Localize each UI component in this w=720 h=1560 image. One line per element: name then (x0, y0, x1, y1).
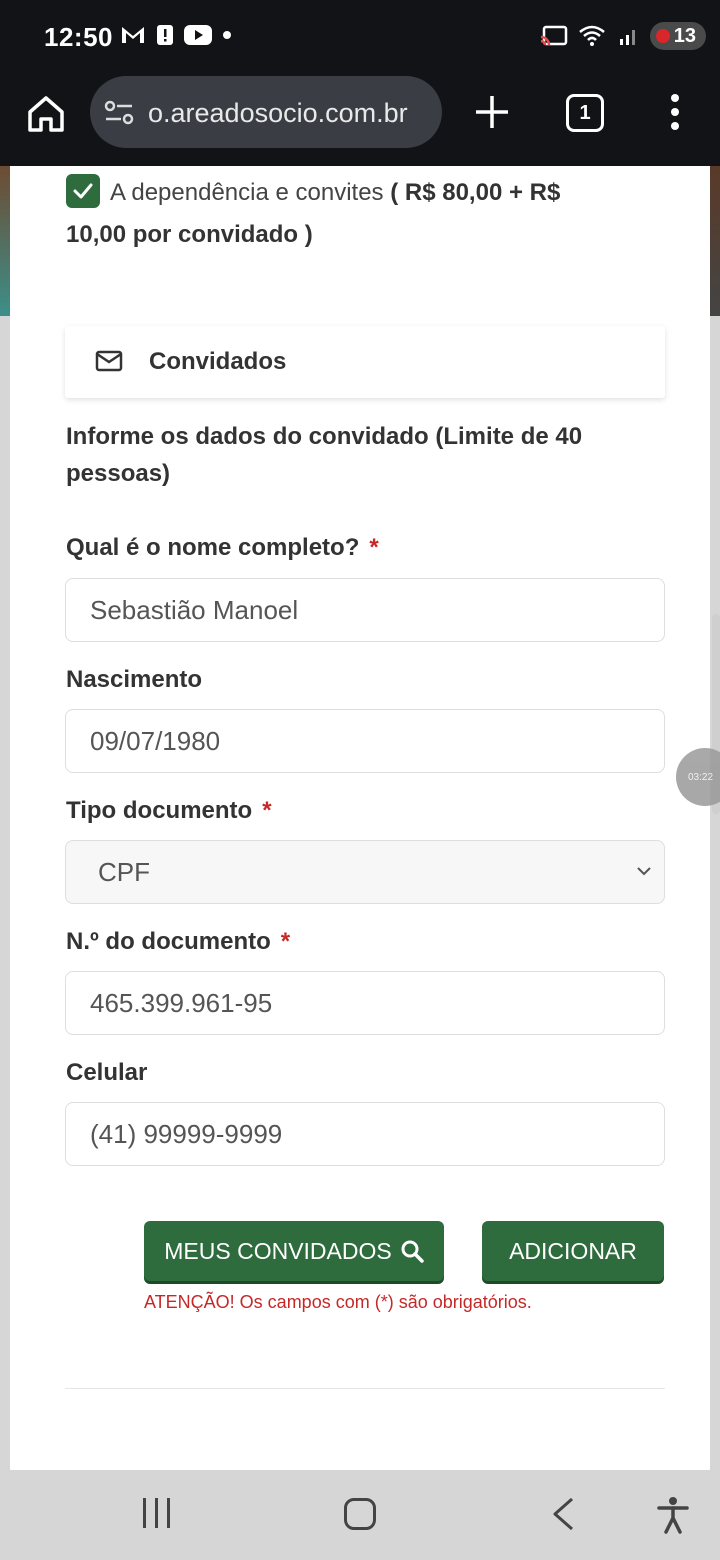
divider (65, 1388, 665, 1389)
phone-placeholder: (41) 99999-9999 (90, 1118, 283, 1149)
status-bar: 12:50 13 (0, 0, 720, 76)
back-icon[interactable] (550, 1496, 576, 1532)
doc-number-input[interactable]: 465.399.961-95 (65, 971, 665, 1035)
dependency-checkbox[interactable] (66, 173, 100, 208)
my-guests-button[interactable]: MEUS CONVIDADOS (144, 1221, 444, 1281)
battery-low-icon (655, 29, 670, 43)
name-value: Sebastião Manoel (90, 594, 299, 625)
youtube-icon (184, 25, 212, 45)
envelope-icon (95, 350, 123, 372)
birth-label: Nascimento (66, 666, 202, 694)
address-bar[interactable]: o.areadosocio.com.br (90, 76, 442, 148)
cast-icon (540, 25, 567, 46)
phone-label-text: Celular (66, 1059, 148, 1086)
check-icon (73, 183, 93, 199)
add-guest-button[interactable]: ADICIONAR (482, 1221, 664, 1281)
battery-level: 13 (673, 24, 696, 47)
required-fields-warning: ATENÇÃO! Os campos com (*) são obrigatór… (144, 1292, 532, 1312)
status-system-icons: 13 (540, 22, 706, 50)
doc-number-label: N.º do documento * (66, 928, 290, 956)
section-title: Convidados (149, 348, 287, 375)
home-icon[interactable] (24, 92, 68, 136)
recents-button[interactable] (143, 1498, 170, 1528)
timer-text: 03:22 (688, 771, 714, 783)
required-mark: * (369, 534, 379, 561)
search-icon (401, 1240, 424, 1263)
url-text[interactable]: o.areadosocio.com.br (148, 98, 428, 129)
signal-icon (619, 30, 635, 45)
birth-date-input[interactable]: 09/07/1980 (65, 709, 665, 773)
accessibility-icon[interactable] (656, 1496, 690, 1534)
dot-icon (223, 31, 231, 39)
guests-section-header: Convidados (65, 326, 665, 398)
page-background-left (0, 166, 10, 316)
phone-label: Celular (66, 1059, 147, 1087)
system-navigation-bar (0, 1470, 720, 1560)
doc-type-select[interactable]: CPF (65, 840, 665, 904)
required-mark: * (280, 928, 291, 955)
site-settings-icon[interactable] (104, 100, 136, 126)
battery-indicator: 13 (649, 22, 706, 50)
doc-type-value: CPF (98, 856, 150, 887)
wifi-icon (578, 25, 605, 46)
home-button[interactable] (344, 1498, 376, 1530)
doc-number-value: 465.399.961-95 (90, 987, 273, 1018)
dependency-label: A dependência e convites (110, 179, 384, 206)
name-label: Qual é o nome completo? * (66, 534, 379, 562)
form-panel: A dependência e convites ( R$ 80,00 + R$… (10, 166, 710, 1470)
doc-type-label-text: Tipo documento (66, 797, 253, 824)
phone-input[interactable]: (41) 99999-9999 (65, 1102, 665, 1166)
name-label-text: Qual é o nome completo? (66, 534, 360, 561)
browser-toolbar: o.areadosocio.com.br 1 (0, 76, 720, 166)
birth-label-text: Nascimento (66, 666, 203, 693)
tab-switcher-button[interactable]: 1 (566, 94, 604, 132)
my-guests-label: MEUS CONVIDADOS (164, 1237, 392, 1264)
gmail-icon (122, 27, 144, 43)
tab-count: 1 (579, 101, 591, 124)
doc-type-label: Tipo documento * (66, 797, 272, 825)
alert-icon (157, 25, 173, 45)
status-time: 12:50 (44, 22, 113, 52)
add-label: ADICIONAR (509, 1237, 637, 1264)
required-mark: * (262, 797, 272, 824)
dependency-option[interactable]: A dependência e convites ( R$ 80,00 + R$… (66, 172, 626, 256)
browser-menu-icon[interactable] (660, 90, 690, 134)
new-tab-icon[interactable] (472, 92, 512, 132)
status-notification-icons (120, 24, 232, 46)
doc-number-label-text: N.º do documento (66, 928, 271, 955)
chevron-down-icon (637, 867, 651, 876)
birth-value: 09/07/1980 (90, 725, 221, 756)
name-input[interactable]: Sebastião Manoel (65, 578, 665, 642)
guest-instructions: Informe os dados do convidado (Limite de… (66, 423, 583, 487)
page-background-right (710, 166, 720, 316)
